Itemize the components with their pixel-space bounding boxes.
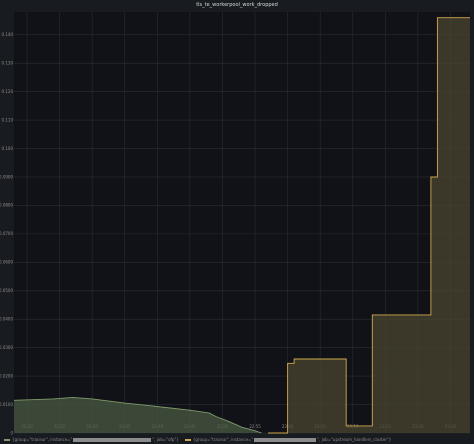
y-tick-label: 0.130: [2, 61, 14, 66]
y-tick-label: 0.0700: [0, 231, 13, 236]
redacted-instance: [254, 437, 317, 442]
legend-label-prefix: {group="traceur", instance=": [192, 437, 254, 442]
chart-svg: 0 0.0100 0.0200 0.0300 0.0400 0.0500 0.0600 0.0…: [0, 12, 471, 435]
legend-item-upstream[interactable]: {group="traceur", instance=" ", job="ups…: [184, 437, 392, 442]
y-tick-label: 0.140: [2, 32, 14, 37]
legend-label-suffix: ", job="ofp"}: [152, 437, 179, 442]
y-tick-label: 0.100: [2, 146, 14, 151]
redacted-instance: [73, 437, 152, 442]
y-tick-label: 0.0600: [0, 260, 13, 265]
y-tick-label: 0.110: [2, 117, 14, 122]
legend-label-prefix: {group="traceur", instance=": [12, 437, 73, 442]
x-tick-label: 22:55: [249, 424, 261, 429]
y-tick-label: 0.0300: [0, 345, 13, 350]
graph-panel: tls_te_workerpool_work_dropped 0 0.0100 0.…: [0, 0, 474, 444]
legend-item-ofp[interactable]: {group="traceur", instance=" ", job="ofp…: [4, 437, 179, 442]
y-tick-label: 0.0400: [0, 317, 13, 322]
y-tick-label: 0.120: [2, 89, 14, 94]
y-tick-label: 0.0900: [0, 174, 13, 179]
y-tick-label: 0.0800: [0, 203, 13, 208]
legend-label-suffix: ", job="upstream_handlers_cluster"}: [317, 437, 392, 442]
legend-swatch-green: [4, 438, 10, 441]
y-tick-label: 0: [10, 430, 13, 435]
legend: {group="traceur", instance=" ", job="ofp…: [4, 436, 470, 443]
legend-swatch-yellow: [184, 438, 191, 441]
y-tick-label: 0.0500: [0, 288, 13, 293]
y-tick-label: 0.0200: [0, 373, 13, 378]
y-tick-label: 0.0100: [0, 402, 13, 407]
